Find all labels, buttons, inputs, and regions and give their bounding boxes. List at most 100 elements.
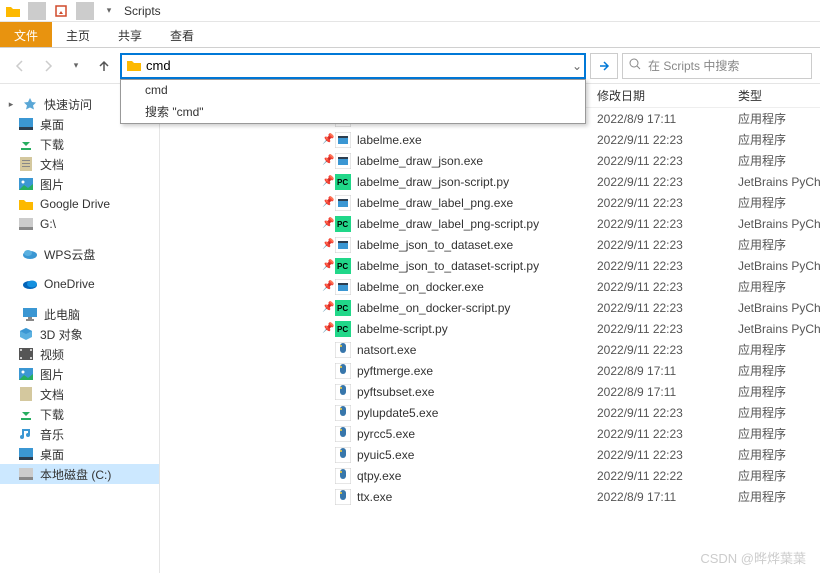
pin-icon: 📌 [322,155,334,166]
file-name: natsort.exe [357,343,597,357]
nav-videos[interactable]: 视频 [0,344,159,364]
file-date: 2022/9/11 22:23 [597,448,737,462]
file-row[interactable]: 📌PClabelme_draw_label_png-script.py2022/… [160,213,820,234]
file-row[interactable]: 📌labelme.exe2022/9/11 22:23应用程序73 KB [160,129,820,150]
file-type: 应用程序 [738,278,820,295]
file-type: 应用程序 [738,467,820,484]
picture-icon [18,176,34,192]
file-date: 2022/9/11 22:23 [597,406,737,420]
nav-downloads2[interactable]: 下载 [0,404,159,424]
file-row[interactable]: pylupdate5.exe2022/9/11 22:23应用程序106 KB [160,402,820,423]
drive-icon [18,216,34,232]
qat-properties-icon[interactable] [52,2,70,20]
file-date: 2022/9/11 22:23 [597,217,737,231]
file-type: JetBrains PyChar... [738,301,820,315]
file-row[interactable]: qtpy.exe2022/9/11 22:22应用程序106 KB [160,465,820,486]
tab-view[interactable]: 查看 [156,22,208,47]
address-input[interactable] [146,58,580,73]
file-name: labelme_on_docker.exe [357,280,597,294]
address-folder-icon [126,59,142,73]
file-icon [335,237,351,253]
document-icon [18,156,34,172]
file-row[interactable]: pyuic5.exe2022/9/11 22:23应用程序106 KB [160,444,820,465]
dropdown-item[interactable]: cmd [121,80,585,100]
nav-row: ▾ ⌄ cmd 搜索 "cmd" 在 Scripts 中搜索 [0,48,820,84]
nav-3dobjects[interactable]: 3D 对象 [0,324,159,344]
file-row[interactable]: 📌PClabelme_draw_json-script.py2022/9/11 … [160,171,820,192]
file-name: ttx.exe [357,490,597,504]
file-icon [335,447,351,463]
file-icon: PC [335,321,351,337]
nav-documents2[interactable]: 文档 [0,384,159,404]
file-row[interactable]: pyftsubset.exe2022/8/9 17:11应用程序106 KB [160,381,820,402]
file-type: JetBrains PyChar... [738,259,820,273]
file-date: 2022/9/11 22:23 [597,301,737,315]
file-row[interactable]: 📌labelme_on_docker.exe2022/9/11 22:23应用程… [160,276,820,297]
file-type: 应用程序 [738,131,820,148]
up-button[interactable] [92,54,116,78]
file-row[interactable]: pyrcc5.exe2022/9/11 22:23应用程序106 KB [160,423,820,444]
file-row[interactable]: 📌PClabelme_on_docker-script.py2022/9/11 … [160,297,820,318]
file-row[interactable]: pyftmerge.exe2022/8/9 17:11应用程序106 KB [160,360,820,381]
file-row[interactable]: 📌PClabelme_json_to_dataset-script.py2022… [160,255,820,276]
back-button[interactable] [8,54,32,78]
file-date: 2022/9/11 22:23 [597,259,737,273]
download-icon [18,136,34,152]
nav-googledrive[interactable]: Google Drive [0,194,159,214]
folder-icon [4,2,22,20]
file-row[interactable]: 📌labelme_draw_json.exe2022/9/11 22:23应用程… [160,150,820,171]
column-type[interactable]: 类型 [738,89,762,103]
file-row[interactable]: 📌labelme_draw_label_png.exe2022/9/11 22:… [160,192,820,213]
address-bar[interactable]: ⌄ [120,53,586,79]
search-box[interactable]: 在 Scripts 中搜索 [622,53,812,79]
tab-home[interactable]: 主页 [52,22,104,47]
nav-wps[interactable]: WPS云盘 [0,244,159,264]
download-icon [18,406,34,422]
address-dropdown: cmd 搜索 "cmd" [120,79,586,124]
file-icon: PC [335,216,351,232]
file-date: 2022/8/9 17:11 [597,385,737,399]
nav-desktop2[interactable]: 桌面 [0,444,159,464]
file-list: 修改日期 修改日期 类型 大小 📌fonttools.exe2022/8/9 1… [160,84,820,573]
file-date: 2022/9/11 22:23 [597,343,737,357]
file-date: 2022/8/9 17:11 [597,112,737,126]
nav-localdisk-c[interactable]: 本地磁盘 (C:) [0,464,159,484]
file-row[interactable]: 📌PClabelme-script.py2022/9/11 22:23JetBr… [160,318,820,339]
file-icon [335,195,351,211]
file-row[interactable]: 📌labelme_json_to_dataset.exe2022/9/11 22… [160,234,820,255]
file-date: 2022/9/11 22:23 [597,154,737,168]
nav-documents[interactable]: 文档 [0,154,159,174]
forward-button[interactable] [36,54,60,78]
nav-pictures2[interactable]: 图片 [0,364,159,384]
star-icon [22,96,38,112]
nav-thispc[interactable]: 此电脑 [0,304,159,324]
file-name: labelme_on_docker-script.py [357,301,597,315]
qat-dropdown-icon[interactable]: ▾ [100,2,118,20]
file-icon [335,384,351,400]
nav-music[interactable]: 音乐 [0,424,159,444]
dropdown-item[interactable]: 搜索 "cmd" [121,100,585,123]
file-row[interactable]: natsort.exe2022/9/11 22:23应用程序106 KB [160,339,820,360]
nav-downloads[interactable]: 下载 [0,134,159,154]
nav-gdrive[interactable]: G:\ [0,214,159,234]
pin-icon: 📌 [322,134,334,145]
file-date: 2022/8/9 17:11 [597,490,737,504]
pin-icon: 📌 [322,302,334,313]
pin-icon: 📌 [322,218,334,229]
file-date: 2022/9/11 22:23 [597,427,737,441]
address-bar-wrap: ⌄ cmd 搜索 "cmd" [120,53,586,79]
recent-dropdown[interactable]: ▾ [64,54,88,78]
file-type: 应用程序 [738,404,820,421]
nav-onedrive[interactable]: OneDrive [0,274,159,294]
address-dropdown-icon[interactable]: ⌄ [572,59,582,73]
nav-pictures[interactable]: 图片 [0,174,159,194]
title-bar: ▾ Scripts [0,0,820,22]
go-button[interactable] [590,53,618,79]
file-row[interactable]: ttx.exe2022/8/9 17:11应用程序106 KB [160,486,820,507]
tab-file[interactable]: 文件 [0,22,52,47]
pc-icon [22,306,38,322]
tab-share[interactable]: 共享 [104,22,156,47]
file-date: 2022/9/11 22:23 [597,175,737,189]
column-date[interactable]: 修改日期 [597,89,645,103]
pin-icon: 📌 [322,323,334,334]
